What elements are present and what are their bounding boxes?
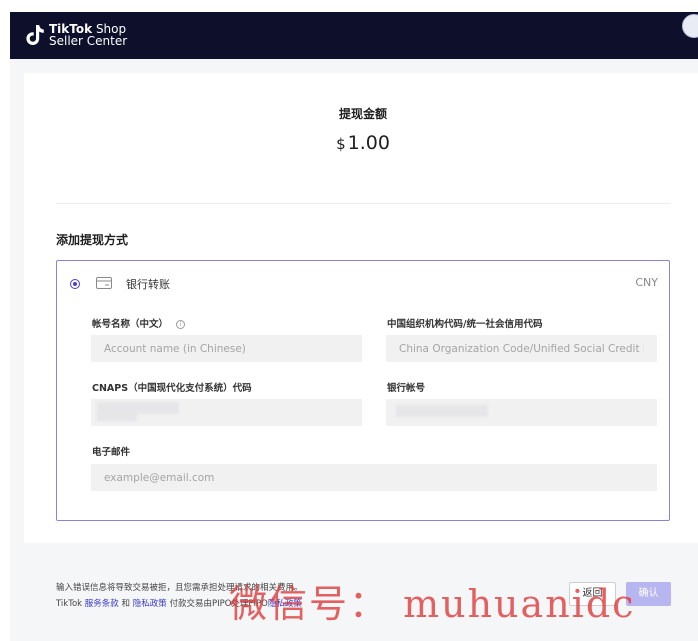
org-code-input[interactable] [386,335,657,362]
brand-subtitle: Seller Center [49,34,128,48]
add-method-title: 添加提现方式 [56,233,129,247]
info-icon[interactable]: i [176,320,186,329]
method-currency: CNY [635,276,658,289]
tiktok-logo-icon [26,25,44,45]
logo-text: TikTok Shop Seller Center [49,23,127,47]
cnaps-input[interactable] [91,399,362,426]
privacy-link[interactable]: 隐私政策 [133,599,167,609]
currency-symbol: $ [336,135,346,153]
redacted-value [396,405,488,417]
account-name-input[interactable] [91,335,362,362]
bank-account-input[interactable] [386,399,657,426]
section-divider [56,203,670,204]
withdraw-amount-title: 提现金额 [338,107,387,121]
redacted-value [97,413,137,421]
footer-brand: TikTok [56,599,83,609]
withdraw-amount-value: $1.00 [0,132,698,154]
terms-link[interactable]: 服务条款 [85,599,119,609]
bank-transfer-radio[interactable] [70,279,80,289]
account-name-label-text: 帐号名称（中文） [92,319,169,330]
user-avatar-icon[interactable] [682,14,698,38]
bank-card-icon [96,277,112,289]
account-name-label: 帐号名称（中文） i [92,316,186,330]
confirm-button[interactable]: 确认 [626,582,671,606]
email-input[interactable] [91,464,657,491]
bank-account-label: 银行帐号 [387,383,426,394]
footer-legal: TikTok 服务条款 和 隐私政策 付款交易由PIPO处理PIPO隐私政策 [56,597,302,609]
footer-and: 和 [121,599,131,609]
email-label: 电子邮件 [92,447,131,458]
org-code-label: 中国组织机构代码/统一社会信用代码 [387,319,543,330]
amount-number: 1.00 [347,132,390,154]
footer-pipo-text: 付款交易由PIPO处理PIPO [169,599,268,609]
seller-center-logo[interactable]: TikTok Shop Seller Center [24,23,127,47]
top-navigation-bar: TikTok Shop Seller Center [10,12,698,59]
pipo-privacy-link[interactable]: 隐私政策 [268,599,302,609]
back-button[interactable]: 返回 [569,582,616,606]
footer-warning: 输入错误信息将导致交易被拒，且您需承担处理请求的相关费用。 [56,583,303,593]
bank-transfer-label: 银行转账 [126,278,170,291]
cnaps-label: CNAPS（中国现代化支付系统）代码 [92,383,252,394]
